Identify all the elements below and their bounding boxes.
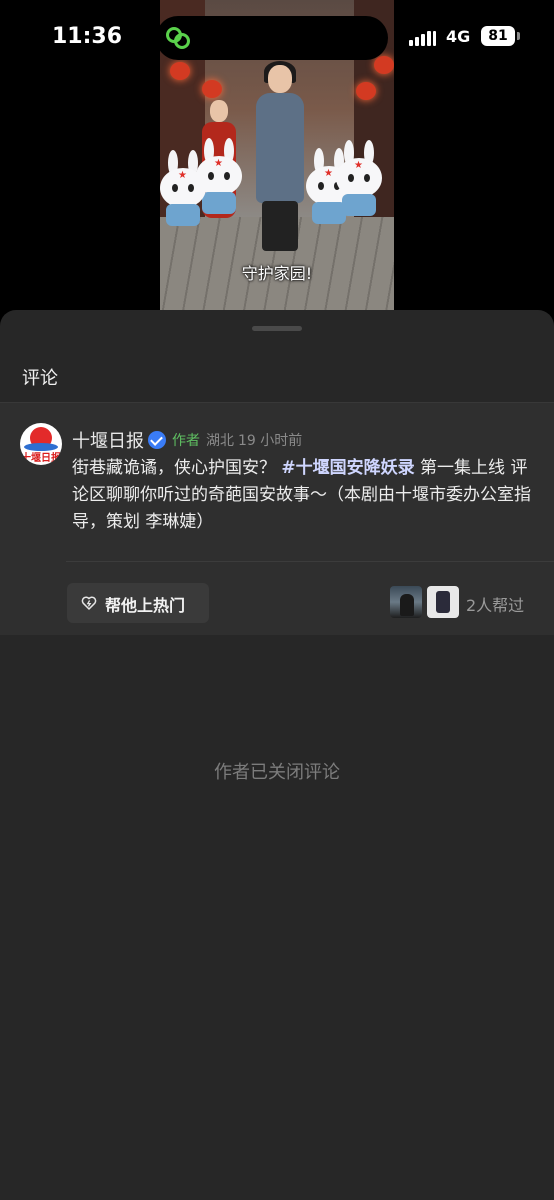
lantern — [202, 80, 222, 98]
heart-icon — [81, 596, 97, 610]
comments-closed-message: 作者已关闭评论 — [214, 762, 340, 783]
lantern — [170, 62, 190, 80]
helper-avatar[interactable] — [390, 586, 422, 618]
divider — [66, 561, 554, 562]
link-icon — [166, 27, 190, 49]
video-character-hero — [252, 61, 308, 255]
author-badge: 作者 — [172, 433, 200, 449]
boost-button-label: 帮他上热门 — [105, 596, 186, 615]
helped-count[interactable]: 2人帮过 — [466, 592, 524, 616]
video-character-bunny: ★ — [336, 140, 382, 220]
network-type: 4G — [446, 27, 471, 46]
avatar[interactable]: 十堰日报 — [20, 423, 62, 465]
video-subtitle: 守护家园! — [241, 264, 313, 283]
helper-avatar[interactable] — [427, 586, 459, 618]
post-text: 街巷藏诡谲，侠心护国安？ #十堰国安降妖录 第一集上线 评论区聊聊你听过的奇葩国… — [72, 455, 538, 536]
post-text-intro: 街巷藏诡谲，侠心护国安？ — [72, 458, 282, 478]
verified-icon — [148, 431, 166, 449]
post-meta: 十堰日报 作者 湖北 19 小时前 — [72, 427, 303, 452]
battery-tip — [517, 32, 520, 40]
post-location: 湖北 — [206, 433, 234, 449]
dynamic-island[interactable] — [156, 16, 388, 60]
hashtag-link[interactable]: #十堰国安降妖录 — [281, 458, 414, 478]
battery-icon: 81 — [481, 26, 515, 46]
signal-icon — [409, 30, 437, 46]
avatar-logo-text: 十堰日报 — [21, 453, 61, 464]
author-post-card: 十堰日报 十堰日报 作者 湖北 19 小时前 街巷藏诡谲，侠心护国安？ #十堰国安降妖… — [0, 403, 554, 635]
lantern — [374, 56, 394, 74]
post-time: 19 小时前 — [238, 433, 303, 449]
video-character-bunny: ★ — [160, 150, 206, 230]
sheet-drag-handle[interactable] — [252, 326, 302, 331]
lantern — [356, 82, 376, 100]
status-time: 11:36 — [52, 24, 123, 49]
comments-title: 评论 — [22, 368, 58, 389]
comment-sheet: 评论 十堰日报 十堰日报 作者 湖北 19 小时前 街巷藏诡谲，侠心护国安？ #十堰国… — [0, 310, 554, 1200]
author-name[interactable]: 十堰日报 — [72, 431, 144, 452]
boost-button[interactable]: 帮他上热门 — [67, 583, 209, 623]
